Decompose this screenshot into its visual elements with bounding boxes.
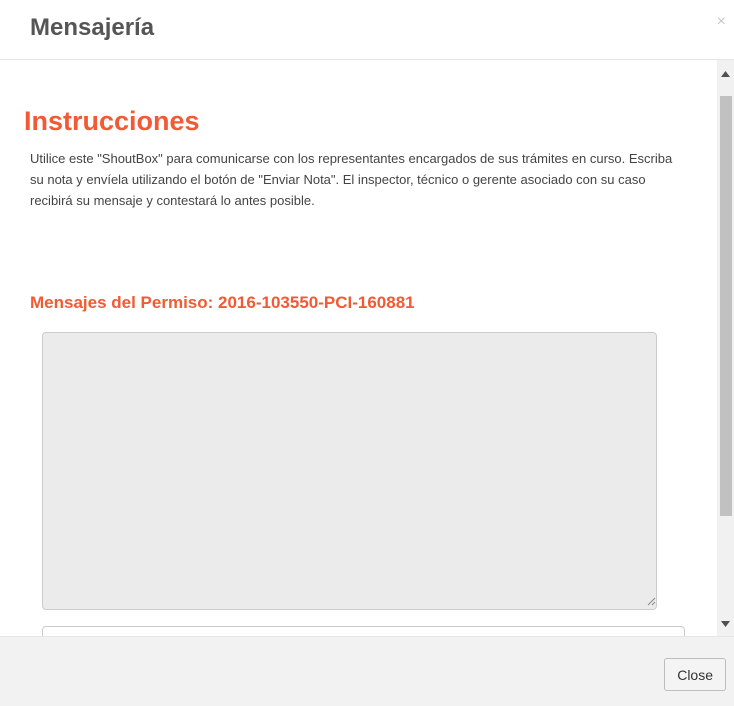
modal-header: Mensajería ×: [0, 0, 734, 60]
permit-messages-heading: Mensajes del Permiso: 2016-103550-PCI-16…: [30, 293, 415, 312]
note-input[interactable]: [42, 626, 685, 636]
vertical-scrollbar[interactable]: [717, 60, 734, 636]
close-icon[interactable]: ×: [717, 14, 726, 30]
modal-footer: Close: [0, 636, 734, 706]
scroll-down-arrow-icon[interactable]: [717, 615, 734, 632]
scrollbar-thumb[interactable]: [720, 96, 732, 516]
close-button[interactable]: Close: [664, 658, 726, 691]
instructions-heading: Instrucciones: [24, 106, 200, 136]
modal-title: Mensajería: [30, 14, 155, 41]
instructions-text: Utilice este "ShoutBox" para comunicarse…: [30, 151, 673, 208]
messaging-modal: Mensajería × Instrucciones Utilice este …: [0, 0, 734, 706]
modal-body: Instrucciones Utilice este "ShoutBox" pa…: [0, 60, 734, 636]
resize-grip-icon[interactable]: [646, 596, 656, 606]
scroll-up-arrow-icon[interactable]: [717, 66, 734, 83]
messages-textarea[interactable]: [42, 332, 657, 610]
